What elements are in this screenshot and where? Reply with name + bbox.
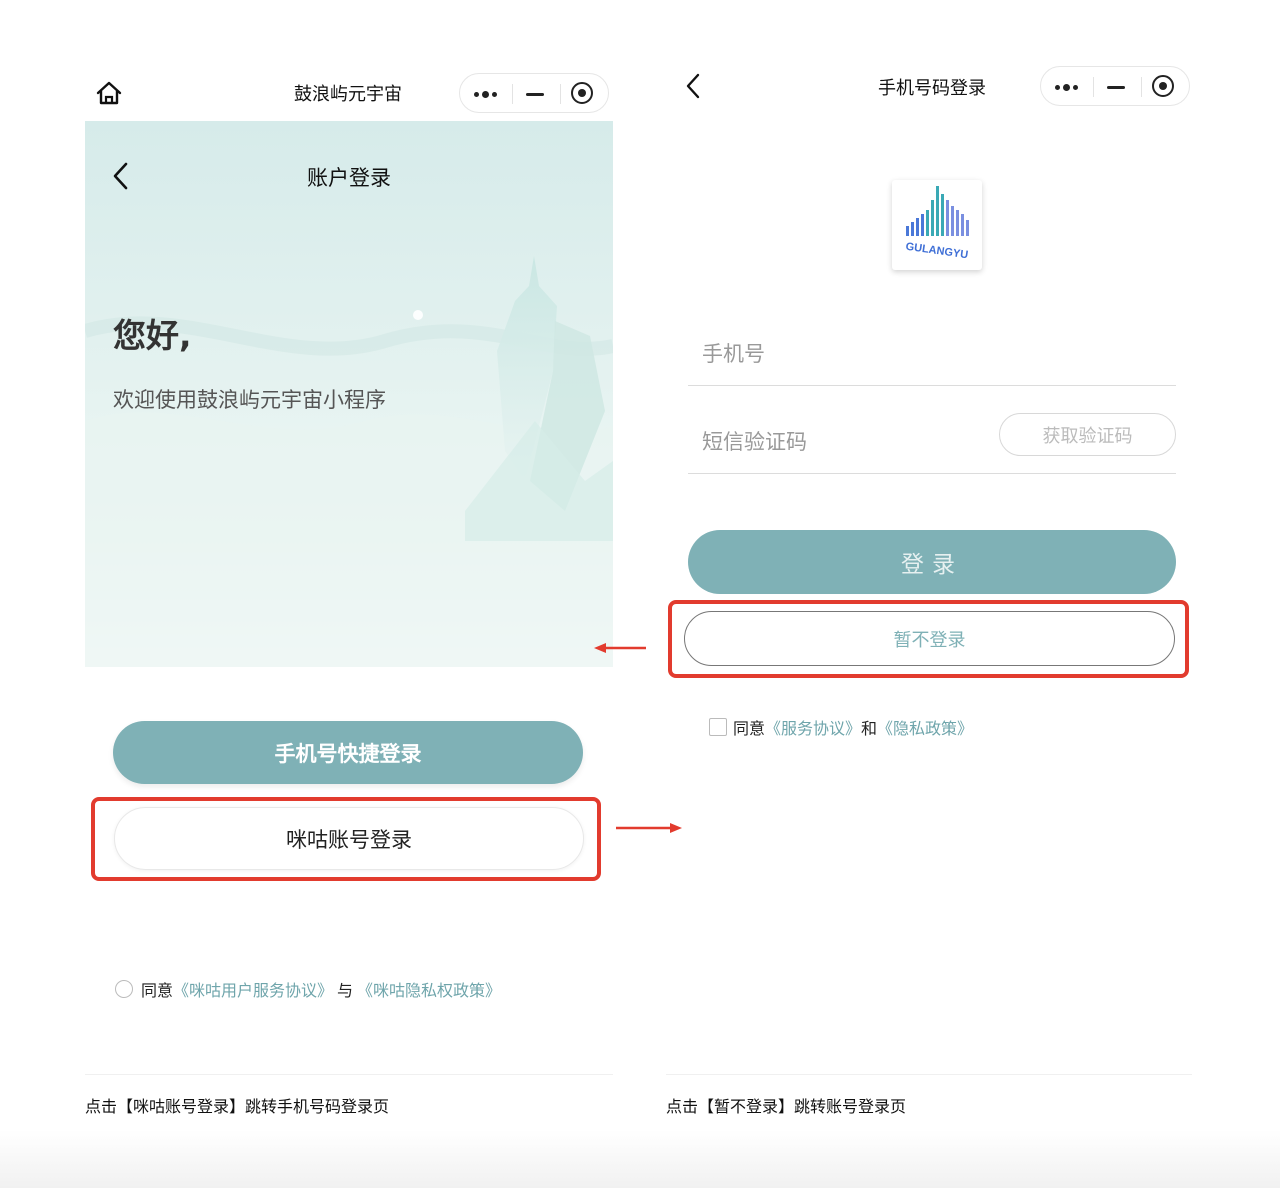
welcome-text: 欢迎使用鼓浪屿元宇宙小程序 [113,388,386,412]
home-icon[interactable] [95,80,123,106]
divider [666,1074,1192,1075]
sms-input-underline [688,473,1176,474]
capsule-menu [1040,66,1190,106]
arrow-left-icon [594,643,646,653]
caption-right: 点击【暂不登录】跳转账号登录页 [666,1097,907,1116]
agree-radio[interactable] [115,980,133,998]
page-title: 手机号码登录 [878,78,986,99]
app-logo: GULANGYU [892,180,982,270]
phone-quick-login-button[interactable]: 手机号快捷登录 [113,721,583,784]
privacy-policy-link[interactable]: 《咪咕隐私权政策》 [357,977,501,1001]
agree-connector: 和 [861,719,878,738]
agreement-row: 同意 《咪咕用户服务协议》 与 《咪咕隐私权政策》 [115,977,501,1001]
agree-prefix: 同意 [733,719,766,738]
get-code-button[interactable]: 获取验证码 [999,413,1176,456]
login-button[interactable]: 登录 [688,530,1176,594]
agree-prefix: 同意 [141,981,174,1000]
highlight-box-migu-login [91,797,601,881]
back-icon[interactable] [684,72,704,100]
agree-checkbox[interactable] [709,718,727,736]
minimize-icon[interactable] [1107,86,1125,89]
phone-input-underline [688,385,1176,386]
account-login-screen: 鼓浪屿元宇宙 账户登录 您好, 欢迎使用鼓浪屿元宇宙小程序 手机号快捷登录 咪咕… [85,60,613,1076]
greeting-heading: 您好, [113,316,192,355]
agreement-row: 同意 《服务协议》 和 《隐私政策》 [709,715,973,739]
service-agreement-link[interactable]: 《服务协议》 [765,715,861,739]
highlight-box-skip-login [668,600,1189,678]
caption-left: 点击【咪咕账号登录】跳转手机号码登录页 [85,1097,390,1116]
privacy-policy-link[interactable]: 《隐私政策》 [877,715,973,739]
divider [85,1074,613,1075]
page-title: 账户登录 [307,166,391,190]
background-fade [0,1130,1280,1188]
phone-input[interactable]: 手机号 [702,338,765,368]
sms-code-input[interactable]: 短信验证码 [702,426,807,456]
agree-connector: 与 [337,981,354,1000]
phone-login-screen: 手机号码登录 GULANGYU 手机号 短信验证码 获取验证码 登录 暂不登录 … [666,60,1192,1076]
service-agreement-link[interactable]: 《咪咕用户服务协议》 [173,977,333,1001]
capsule-menu [459,73,609,113]
hero-banner: 账户登录 您好, 欢迎使用鼓浪屿元宇宙小程序 [85,121,613,667]
arrow-right-icon [616,823,682,833]
close-target-icon[interactable] [1152,75,1174,97]
minimize-icon[interactable] [526,93,544,96]
close-target-icon[interactable] [571,82,593,104]
logo-wordmark: GULANGYU [905,241,969,262]
miniprogram-title: 鼓浪屿元宇宙 [294,84,402,105]
